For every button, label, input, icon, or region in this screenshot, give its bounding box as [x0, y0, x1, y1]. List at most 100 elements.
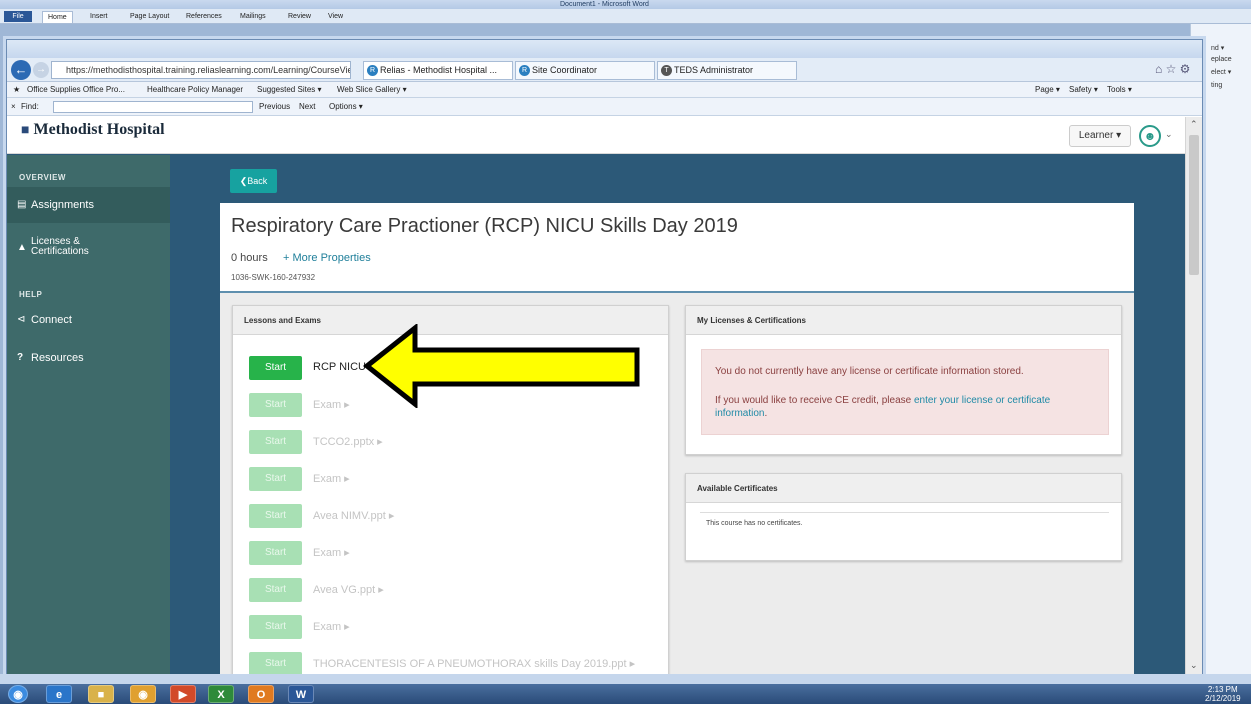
- tab-label: Site Coordinator: [532, 65, 598, 75]
- no-certificates-text: This course has no certificates.: [706, 520, 803, 527]
- user-avatar-icon[interactable]: ☻: [1139, 125, 1161, 147]
- system-clock[interactable]: 2:13 PM 2/12/2019: [1205, 685, 1241, 703]
- address-bar[interactable]: https://methodisthospital.training.relia…: [51, 61, 351, 79]
- share-icon: ⊲: [17, 314, 26, 325]
- arrow-shape: [363, 324, 640, 408]
- url-text: https://methodisthospital.training.relia…: [66, 65, 351, 75]
- sidebar-item-resources[interactable]: ? Resources: [7, 348, 170, 368]
- lesson-row: Start TCCO2.pptx ▸: [233, 430, 668, 454]
- certificates-panel-header: Available Certificates: [686, 474, 1121, 503]
- lesson-row: Start Exam ▸: [233, 541, 668, 565]
- word-find-menu[interactable]: nd ▾: [1211, 44, 1224, 52]
- sidebar-item-licenses[interactable]: ▲ Licenses & Certifications: [7, 237, 170, 267]
- course-hours: 0 hours: [231, 252, 268, 264]
- internet-explorer-icon[interactable]: e: [46, 685, 72, 703]
- lesson-row: Start Exam ▸: [233, 615, 668, 639]
- document-icon: ▤: [17, 199, 27, 210]
- lesson-name: Avea NIMV.ppt ▸: [313, 510, 395, 522]
- find-next-button[interactable]: Next: [299, 102, 315, 111]
- word-tab-review[interactable]: Review: [288, 11, 311, 22]
- sidebar-item-label: Connect: [31, 314, 72, 326]
- excel-icon[interactable]: X: [208, 685, 234, 703]
- start-button: Start: [249, 467, 302, 491]
- fav-healthcare-policy[interactable]: Healthcare Policy Manager: [147, 85, 243, 94]
- word-tab-page-layout[interactable]: Page Layout: [130, 11, 169, 22]
- methodist-logo-icon: ■: [21, 123, 30, 138]
- page-scrollbar[interactable]: ⌃ ⌄: [1185, 117, 1202, 675]
- outlook-icon[interactable]: O: [248, 685, 274, 703]
- lesson-name: Avea VG.ppt ▸: [313, 584, 384, 596]
- word-tab-file[interactable]: File: [4, 11, 32, 22]
- tab-relias[interactable]: R Relias - Methodist Hospital ...: [363, 61, 513, 80]
- sidebar-item-label: Licenses & Certifications: [31, 236, 89, 257]
- divider: [700, 512, 1109, 513]
- alert-ce-message: If you would like to receive CE credit, …: [715, 394, 1105, 420]
- start-button: Start: [249, 615, 302, 639]
- sidebar-item-assignments[interactable]: ▤ Assignments: [7, 187, 170, 223]
- start-button: Start: [249, 652, 302, 675]
- tab-label: TEDS Administrator: [674, 65, 754, 75]
- folder-icon[interactable]: ■: [88, 685, 114, 703]
- site-header: ■ Methodist Hospital Learner ▾ ☻ ⌄: [7, 117, 1185, 154]
- find-previous-button[interactable]: Previous: [259, 102, 290, 111]
- scroll-thumb[interactable]: [1189, 135, 1199, 275]
- word-select[interactable]: elect ▾: [1211, 68, 1231, 76]
- licenses-panel-header: My Licenses & Certifications: [686, 306, 1121, 335]
- word-tab-home[interactable]: Home: [42, 11, 73, 23]
- word-tab-mailings[interactable]: Mailings: [240, 11, 266, 22]
- lesson-name: TCCO2.pptx ▸: [313, 436, 383, 448]
- alert-message: You do not currently have any license or…: [715, 366, 1024, 377]
- relias-icon: R: [519, 65, 530, 76]
- word-tab-view[interactable]: View: [328, 11, 343, 22]
- command-page[interactable]: Page ▾: [1035, 85, 1060, 94]
- word-replace[interactable]: eplace: [1211, 56, 1232, 63]
- clock-time: 2:13 PM: [1207, 685, 1238, 694]
- tab-label: Relias - Methodist Hospital ...: [380, 65, 498, 75]
- start-button: Start: [249, 504, 302, 528]
- scroll-up-icon[interactable]: ⌃: [1190, 119, 1198, 130]
- browser-title-strip: [7, 40, 1202, 58]
- word-icon[interactable]: W: [288, 685, 314, 703]
- sidebar-item-connect[interactable]: ⊲ Connect: [7, 310, 170, 330]
- close-icon[interactable]: ×: [11, 102, 16, 111]
- find-options-button[interactable]: Options ▾: [329, 102, 363, 111]
- forward-arrow-icon[interactable]: →: [33, 62, 49, 78]
- find-bar: × Find: Previous Next Options ▾: [7, 98, 1202, 116]
- find-input[interactable]: [53, 101, 253, 113]
- learner-dropdown[interactable]: Learner ▾: [1069, 125, 1131, 147]
- start-button: Start: [249, 430, 302, 454]
- start-button[interactable]: Start: [249, 356, 302, 380]
- word-tab-insert[interactable]: Insert: [90, 11, 108, 22]
- more-properties-link[interactable]: + More Properties: [283, 252, 371, 264]
- media-icon[interactable]: ▶: [170, 685, 196, 703]
- lesson-name: Exam ▸: [313, 547, 350, 559]
- chrome-icon[interactable]: ◉: [130, 685, 156, 703]
- relias-icon: R: [367, 65, 378, 76]
- favorites-star-icon[interactable]: ★: [13, 85, 20, 94]
- lesson-row: Start Exam ▸: [233, 467, 668, 491]
- fav-web-slice-gallery[interactable]: Web Slice Gallery ▾: [337, 85, 407, 94]
- scroll-down-icon[interactable]: ⌄: [1190, 660, 1198, 671]
- course-card: Respiratory Care Practioner (RCP) NICU S…: [220, 203, 1134, 675]
- tab-teds-administrator[interactable]: T TEDS Administrator: [657, 61, 797, 80]
- start-button: Start: [249, 393, 302, 417]
- brand-logo[interactable]: ■ Methodist Hospital: [21, 121, 165, 139]
- command-tools[interactable]: Tools ▾: [1107, 85, 1132, 94]
- tab-site-coordinator[interactable]: R Site Coordinator: [515, 61, 655, 80]
- lesson-name: Exam ▸: [313, 621, 350, 633]
- back-arrow-icon[interactable]: ←: [11, 60, 31, 80]
- favorites-bar: ★ Office Supplies Office Pro... Healthca…: [7, 82, 1202, 98]
- word-tab-references[interactable]: References: [186, 11, 222, 22]
- start-orb-icon[interactable]: ◉: [8, 685, 28, 703]
- lesson-row: Start Avea VG.ppt ▸: [233, 578, 668, 602]
- find-label: Find:: [21, 102, 39, 111]
- word-document-title: Document1 - Microsoft Word: [560, 1, 649, 8]
- chevron-down-icon[interactable]: ⌄: [1165, 129, 1173, 140]
- back-button[interactable]: ❮Back: [230, 169, 277, 193]
- back-label: Back: [247, 176, 268, 186]
- command-safety[interactable]: Safety ▾: [1069, 85, 1098, 94]
- page-icon: T: [661, 65, 672, 76]
- home-star-gear-icons[interactable]: ⌂ ☆ ⚙: [1155, 62, 1190, 76]
- fav-office-supplies[interactable]: Office Supplies Office Pro...: [27, 85, 125, 94]
- fav-suggested-sites[interactable]: Suggested Sites ▾: [257, 85, 322, 94]
